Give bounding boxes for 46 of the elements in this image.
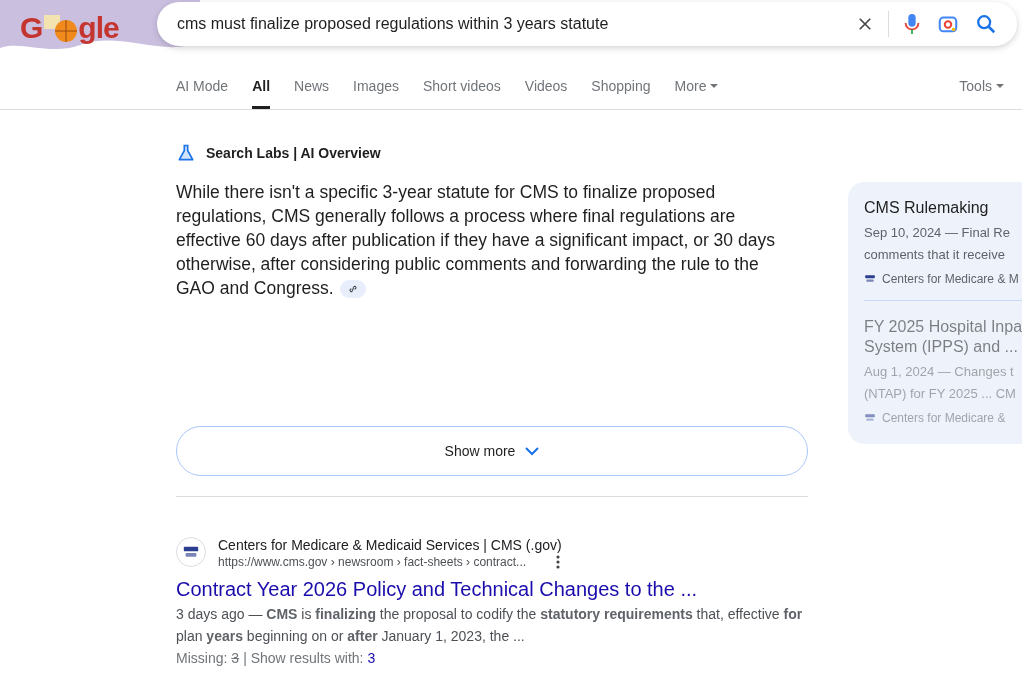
logo-text: G xyxy=(20,11,43,45)
search-tab[interactable]: Images xyxy=(353,78,399,109)
microphone-icon xyxy=(903,13,921,35)
result-url: https://www.cms.gov › newsroom › fact-sheets › contract... xyxy=(218,555,527,569)
source-snippet: Aug 1, 2024 — Changes t xyxy=(864,363,1015,381)
search-tab[interactable]: Shopping xyxy=(591,78,651,109)
flask-icon xyxy=(176,143,196,163)
source-site: Centers for Medicare & xyxy=(882,411,1006,425)
source-snippet: Sep 10, 2024 — Final Re xyxy=(864,224,1011,242)
source-snippet: (NTAP) for FY 2025 ... CM xyxy=(864,385,1017,403)
source-site: Centers for Medicare & M xyxy=(882,272,1019,286)
search-tab[interactable]: More xyxy=(674,78,719,109)
more-options-button[interactable] xyxy=(556,555,561,569)
source-card[interactable]: CMS Rulemaking Sep 10, 2024 — Final Re comments that it receive Centers for Medicare & M xyxy=(864,182,1022,301)
search-tab[interactable]: News xyxy=(294,78,330,109)
tools-button[interactable]: Tools xyxy=(959,78,1004,109)
source-link-button[interactable] xyxy=(339,280,366,299)
result-snippet: 3 days ago — CMS is finalizing the proposal to codify the statutory requirements that, effective for plan years beginning on or after January 1, 2023, the ... xyxy=(176,605,804,646)
search-icon xyxy=(975,13,997,35)
caret-icon xyxy=(996,84,1004,88)
show-results-label: | Show results with: xyxy=(243,649,364,668)
site-name: Centers for Medicare & Medicaid Services | CMS (.gov) xyxy=(218,536,562,555)
source-title: CMS Rulemaking xyxy=(864,198,990,218)
search-query: cms must finalize proposed regulations within 3 years statute xyxy=(177,15,610,33)
ai-overview-text: While there isn't a specific 3-year statute for CMS to finalize proposed regulations, CMS generally follows a process where final regulations are effective 60 days after publication if they have a significant impact, or 30 days otherwise, after considering public comments and forwarding the rule to the GAO and Congress. xyxy=(176,181,776,301)
search-tab[interactable]: All xyxy=(252,78,271,109)
ai-overview-title: Search Labs | AI Overview xyxy=(206,145,381,161)
search-tab[interactable]: AI Mode xyxy=(176,78,229,109)
result-title-link[interactable]: Contract Year 2026 Policy and Technical Changes to the ... xyxy=(176,575,698,603)
source-title: FY 2025 Hospital Inpa xyxy=(864,317,1022,337)
search-tab[interactable]: Short videos xyxy=(422,78,501,109)
search-field[interactable]: cms must finalize proposed regulations within 3 years statute xyxy=(157,2,1017,46)
source-title: System (IPPS) and ... xyxy=(864,337,1019,357)
missing-label: Missing: xyxy=(176,649,228,668)
source-card[interactable]: FY 2025 Hospital Inpa System (IPPS) and ... Aug 1, 2024 — Changes t (NTAP) for FY 2025 ... CM Centers for Medicare & xyxy=(864,301,1022,439)
basketball-lamp-drawing xyxy=(42,13,79,43)
show-results-link[interactable]: 3 xyxy=(367,647,376,669)
close-icon xyxy=(856,15,874,33)
kebab-icon xyxy=(556,555,561,569)
show-more-button[interactable]: Show more xyxy=(176,426,808,476)
chevron-down-icon xyxy=(525,446,540,456)
link-icon xyxy=(347,284,358,295)
logo-text: gle xyxy=(78,11,119,45)
source-snippet: comments that it receive xyxy=(864,246,1006,264)
search-tab[interactable]: Videos xyxy=(524,78,568,109)
missing-term: 3 xyxy=(231,649,240,668)
